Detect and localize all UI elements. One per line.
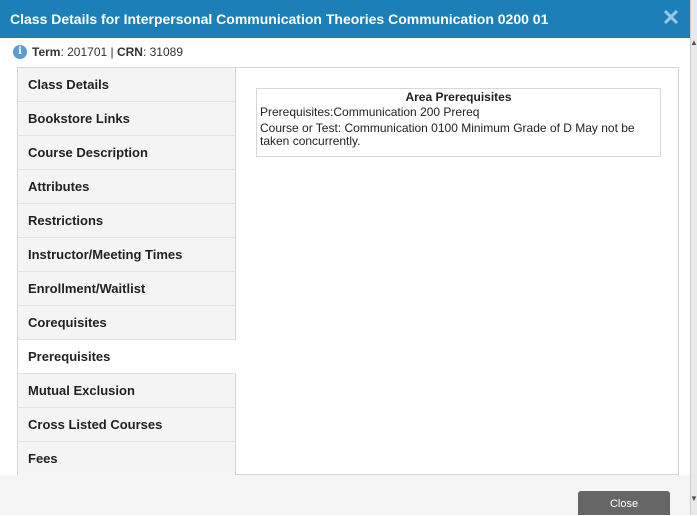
tab-fees[interactable]: Fees <box>18 442 236 476</box>
close-icon[interactable]: ✕ <box>660 7 682 29</box>
tab-instructor-meeting-times[interactable]: Instructor/Meeting Times <box>18 238 236 272</box>
close-button[interactable]: Close <box>578 491 670 515</box>
tab-prerequisites[interactable]: Prerequisites <box>18 340 236 374</box>
details-panel: Class Details Bookstore Links Course Des… <box>17 67 679 476</box>
tab-corequisites[interactable]: Corequisites <box>18 306 236 340</box>
tab-enrollment-waitlist[interactable]: Enrollment/Waitlist <box>18 272 236 306</box>
prerequisite-summary: Prerequisites:Communication 200 Prereq <box>260 105 480 119</box>
tab-course-description[interactable]: Course Description <box>18 136 236 170</box>
tab-restrictions[interactable]: Restrictions <box>18 204 236 238</box>
class-details-dialog: Class Details for Interpersonal Communic… <box>0 0 690 515</box>
tab-bookstore-links[interactable]: Bookstore Links <box>18 102 236 136</box>
crn-value: : 31089 <box>142 45 183 59</box>
term-label: Term <box>32 45 61 59</box>
tab-mutual-exclusion[interactable]: Mutual Exclusion <box>18 374 236 408</box>
area-prerequisites-heading: Area Prerequisites <box>405 90 512 104</box>
term-crn-info: Term: 201701 | CRN: 31089 <box>32 38 183 66</box>
sidebar-tabs: Class Details Bookstore Links Course Des… <box>18 68 236 476</box>
prerequisite-detail: Course or Test: Communication 0100 Minim… <box>260 121 635 148</box>
tab-cross-listed-courses[interactable]: Cross Listed Courses <box>18 408 236 442</box>
dialog-titlebar: Class Details for Interpersonal Communic… <box>0 0 690 38</box>
info-icon: i <box>13 45 27 59</box>
prerequisites-box: Area Prerequisites Prerequisites:Communi… <box>256 88 661 157</box>
tab-attributes[interactable]: Attributes <box>18 170 236 204</box>
crn-label: CRN <box>116 45 143 59</box>
tab-class-details[interactable]: Class Details <box>18 68 236 102</box>
scroll-down-icon[interactable]: ▼ <box>690 494 697 504</box>
page-scrollbar[interactable] <box>690 0 697 515</box>
dialog-title: Class Details for Interpersonal Communic… <box>10 11 549 27</box>
term-value: : 201701 | <box>60 45 117 59</box>
scroll-up-icon[interactable]: ▲ <box>690 38 697 48</box>
